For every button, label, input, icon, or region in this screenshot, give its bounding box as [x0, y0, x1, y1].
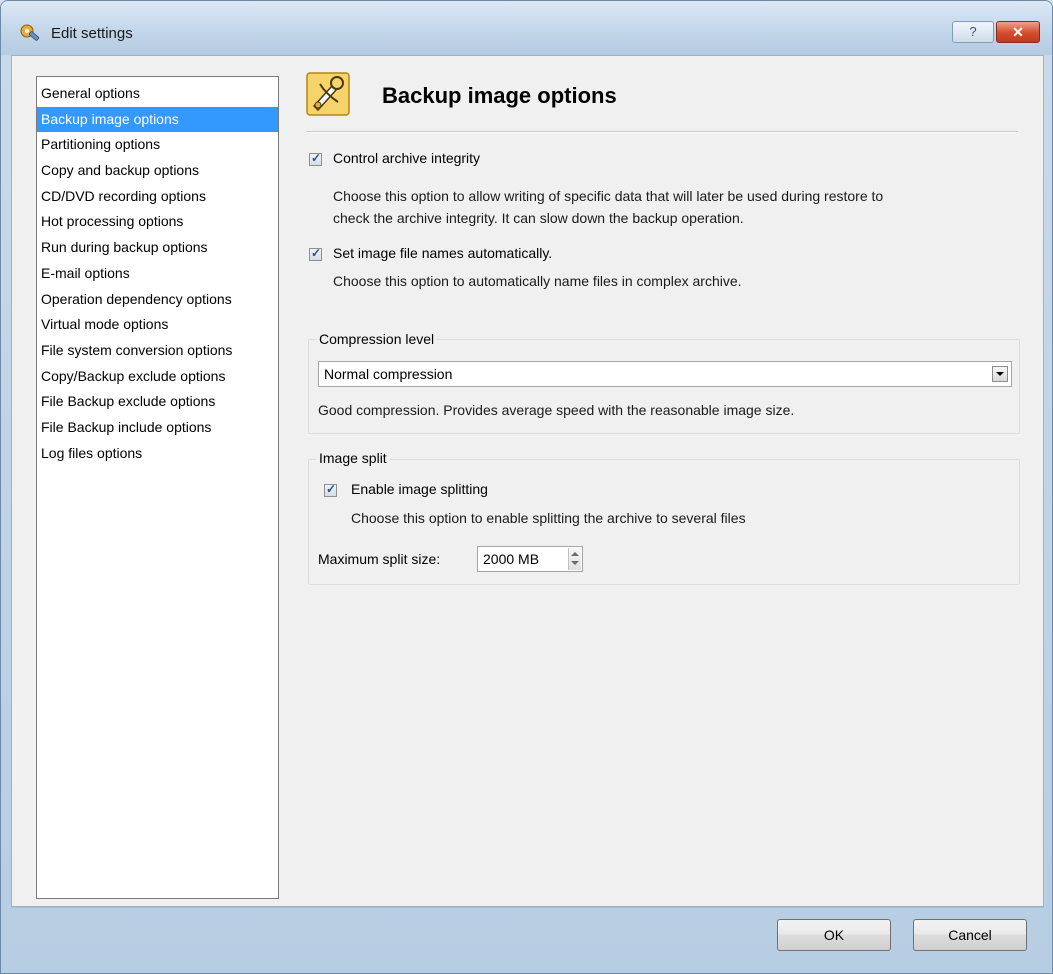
sidebar-item-copy-backup-exclude[interactable]: Copy/Backup exclude options [37, 364, 278, 390]
sidebar-item-cd-dvd[interactable]: CD/DVD recording options [37, 184, 278, 210]
max-split-size-value: 2000 MB [483, 551, 540, 567]
footer-divider [11, 907, 1044, 908]
sidebar-item-backup-image[interactable]: Backup image options [37, 106, 278, 133]
auto-names-desc: Choose this option to automatically name… [333, 273, 742, 289]
chevron-down-icon[interactable] [992, 366, 1008, 382]
enable-splitting-label[interactable]: Enable image splitting [351, 481, 488, 497]
splitting-desc: Choose this option to enable splitting t… [351, 510, 746, 526]
backup-options-icon [306, 72, 350, 116]
auto-names-checkbox[interactable] [309, 246, 322, 261]
header-divider [306, 131, 1018, 133]
spin-up-icon[interactable] [571, 552, 579, 556]
compression-level-select[interactable]: Normal compression [318, 361, 1012, 387]
image-split-group-label: Image split [316, 450, 390, 466]
compression-desc: Good compression. Provides average speed… [318, 402, 795, 418]
edit-settings-window: Edit settings ? ✕ General options Backup… [0, 0, 1053, 974]
sidebar-item-run-during-backup[interactable]: Run during backup options [37, 235, 278, 261]
window-title: Edit settings [51, 25, 133, 42]
page-title: Backup image options [382, 83, 617, 108]
enable-splitting-checkbox[interactable] [324, 482, 337, 497]
sidebar-item-operation-dependency[interactable]: Operation dependency options [37, 287, 278, 313]
sidebar-item-email[interactable]: E-mail options [37, 261, 278, 287]
options-category-list[interactable]: General options Backup image options Par… [36, 76, 279, 899]
sidebar-item-virtual-mode[interactable]: Virtual mode options [37, 312, 278, 338]
settings-tools-icon [20, 24, 40, 41]
control-integrity-label[interactable]: Control archive integrity [333, 150, 480, 166]
max-split-size-input[interactable]: 2000 MB [477, 546, 583, 572]
sidebar-item-copy-backup[interactable]: Copy and backup options [37, 158, 278, 184]
title-bar[interactable]: Edit settings ? ✕ [1, 1, 1052, 55]
control-integrity-desc-line2: check the archive integrity. It can slow… [333, 210, 744, 226]
max-split-size-label: Maximum split size: [318, 551, 441, 567]
control-integrity-desc-line1: Choose this option to allow writing of s… [333, 188, 884, 204]
close-button[interactable]: ✕ [996, 21, 1040, 43]
auto-names-label[interactable]: Set image file names automatically. [333, 245, 552, 261]
compression-level-value: Normal compression [324, 366, 453, 382]
help-button[interactable]: ? [952, 21, 994, 43]
sidebar-item-file-backup-include[interactable]: File Backup include options [37, 415, 278, 441]
sidebar-item-general[interactable]: General options [37, 81, 278, 107]
sidebar-item-fs-conversion[interactable]: File system conversion options [37, 338, 278, 364]
dialog-client-area: General options Backup image options Par… [11, 55, 1044, 907]
sidebar-item-partitioning[interactable]: Partitioning options [37, 132, 278, 158]
spinner-arrows-icon[interactable] [568, 548, 581, 570]
compression-group-label: Compression level [316, 331, 438, 347]
ok-button[interactable]: OK [777, 919, 891, 951]
spin-down-icon[interactable] [571, 561, 579, 565]
cancel-button[interactable]: Cancel [913, 919, 1027, 951]
sidebar-item-file-backup-exclude[interactable]: File Backup exclude options [37, 389, 278, 415]
sidebar-item-log-files[interactable]: Log files options [37, 441, 278, 467]
control-integrity-checkbox[interactable] [309, 151, 322, 166]
sidebar-item-hot-processing[interactable]: Hot processing options [37, 209, 278, 235]
